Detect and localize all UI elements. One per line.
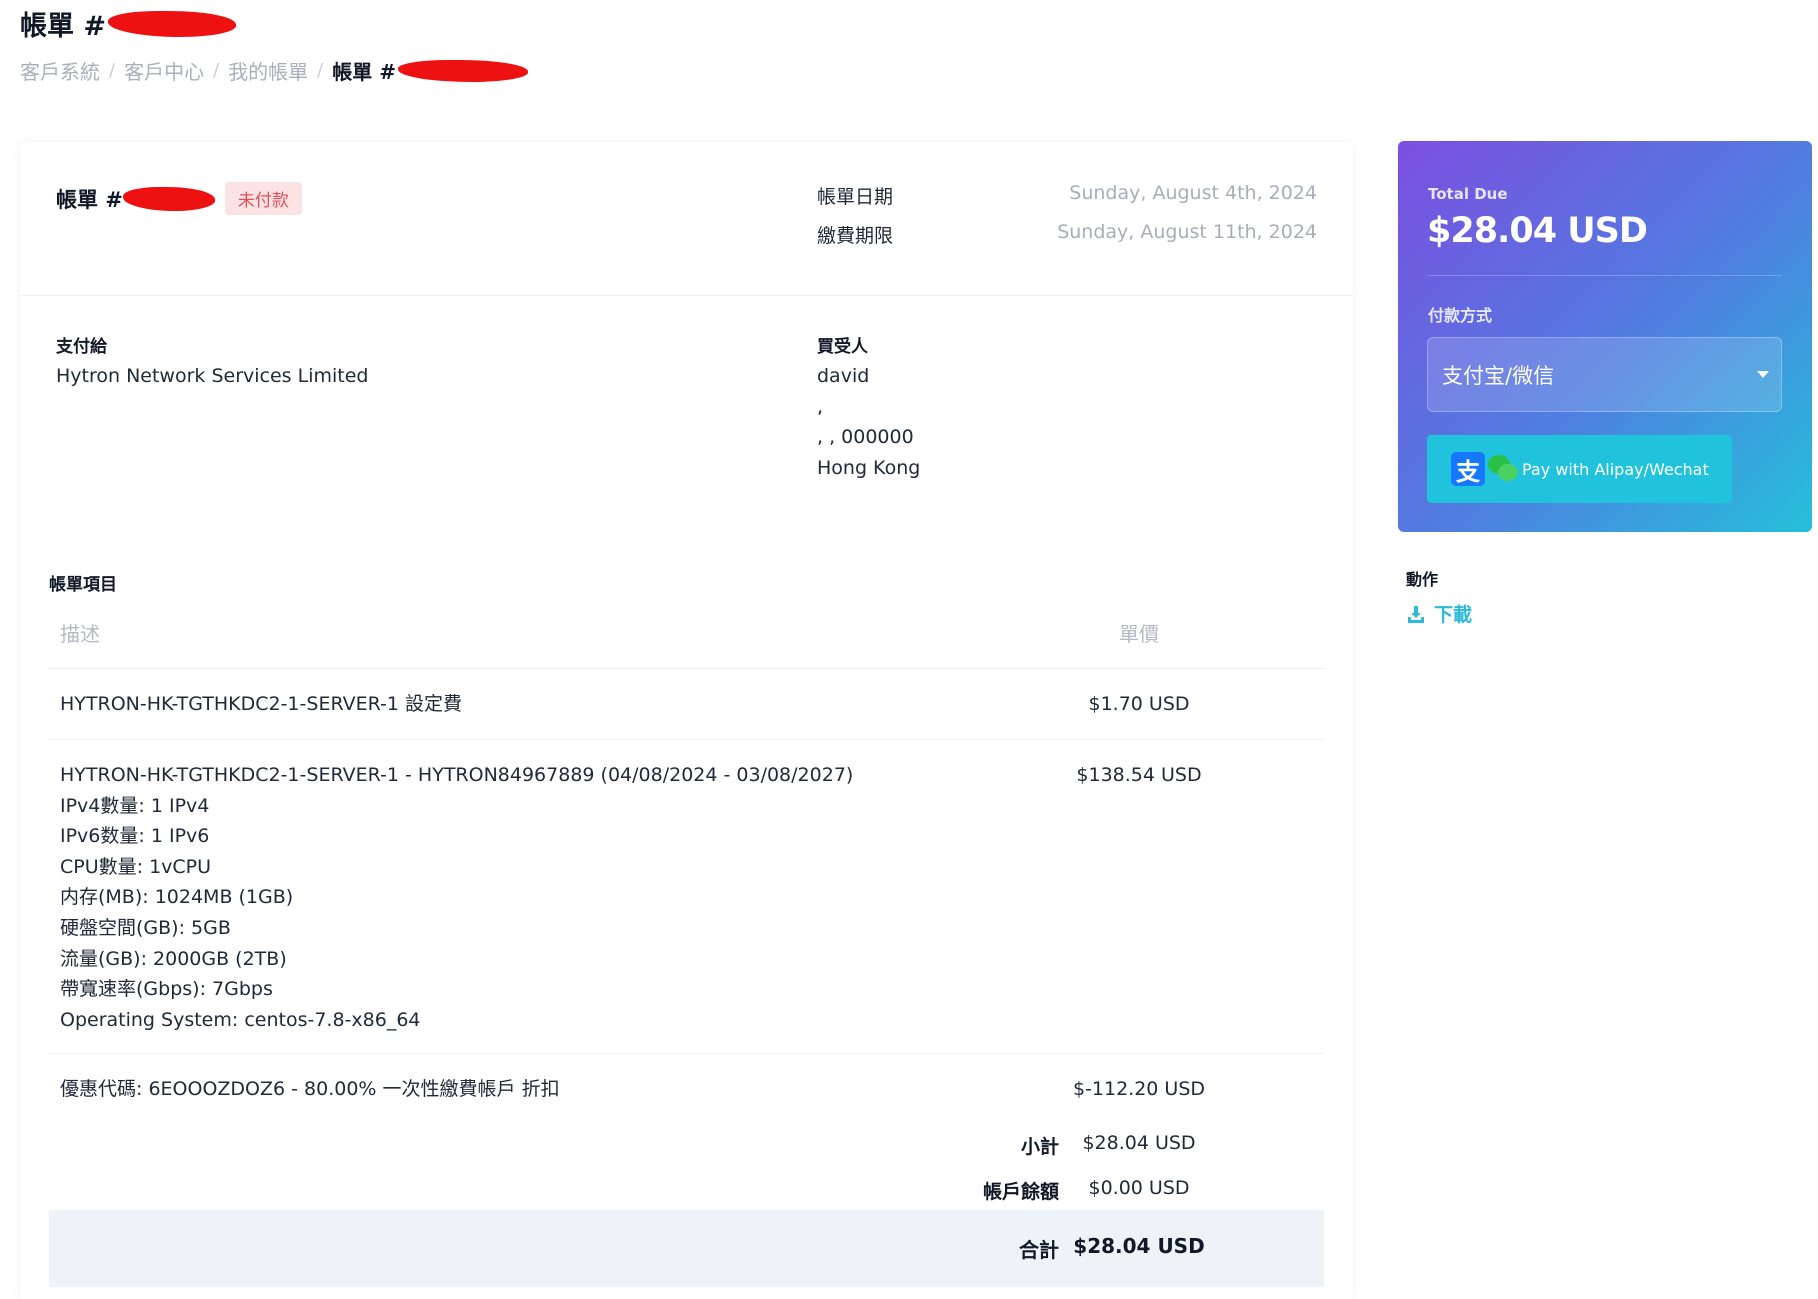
page-title-text: 帳單 # — [20, 11, 107, 42]
download-link[interactable]: 下載 — [1406, 600, 1472, 627]
total-due-amount: $28.04 USD — [1427, 211, 1648, 251]
table-header: 帳單項目 描述 單價 — [49, 522, 1324, 669]
breadcrumb-separator: / — [213, 60, 220, 81]
redaction-mark — [397, 59, 528, 82]
redaction-mark — [108, 10, 237, 37]
due-date-value: Sunday, August 11th, 2024 — [1057, 221, 1317, 243]
chevron-down-icon — [1757, 371, 1769, 378]
table-row: 優惠代碼: 6EOOOZDOZ6 - 80.00% 一次性繳費帳戶 折扣 $-1… — [49, 1054, 1324, 1120]
pay-to-label: 支付給 — [56, 337, 107, 357]
column-header-price: 單價 — [1119, 622, 1159, 646]
buyer-postcode: , , 000000 — [817, 426, 914, 448]
breadcrumb-separator: / — [317, 60, 324, 81]
table-row: HYTRON-HK-TGTHKDC2-1-SERVER-1 設定費 $1.70 … — [49, 669, 1324, 740]
breadcrumb-item-client-area[interactable]: 客戶中心 — [124, 56, 204, 85]
total-value: $28.04 USD — [1073, 1234, 1205, 1258]
wechat-icon — [1488, 455, 1518, 483]
column-header-description: 描述 — [60, 622, 100, 646]
actions-label: 動作 — [1406, 570, 1439, 589]
payment-method-select[interactable]: 支付宝/微信 — [1427, 337, 1782, 412]
divider — [1428, 275, 1782, 276]
download-label: 下載 — [1434, 604, 1473, 626]
buyer-label: 買受人 — [817, 337, 868, 357]
item-price: $138.54 USD — [1076, 764, 1202, 786]
breadcrumb: 客戶系統 / 客戶中心 / 我的帳單 / 帳單 # — [20, 56, 528, 85]
buyer-country: Hong Kong — [817, 457, 921, 479]
payment-method-selected: 支付宝/微信 — [1442, 363, 1555, 388]
invoice-items-table: 帳單項目 描述 單價 HYTRON-HK-TGTHKDC2-1-SERVER-1… — [49, 522, 1324, 1287]
due-date-label: 繳費期限 — [817, 225, 894, 247]
invoice-header: 帳單 # 未付款 — [56, 182, 302, 215]
breadcrumb-separator: / — [109, 60, 116, 81]
pay-to-name: Hytron Network Services Limited — [56, 365, 369, 387]
pay-button-label: Pay with Alipay/Wechat — [1522, 459, 1709, 479]
total-due-panel: Total Due $28.04 USD 付款方式 支付宝/微信 支 Pay w… — [1398, 141, 1812, 532]
subtotal-value: $28.04 USD — [1082, 1132, 1196, 1154]
invoice-date-label: 帳單日期 — [817, 186, 894, 208]
item-description: HYTRON-HK-TGTHKDC2-1-SERVER-1 - HYTRON84… — [60, 764, 854, 1031]
payment-method-label: 付款方式 — [1428, 306, 1493, 325]
status-badge: 未付款 — [224, 182, 302, 215]
balance-value: $0.00 USD — [1088, 1177, 1190, 1199]
item-description: 優惠代碼: 6EOOOZDOZ6 - 80.00% 一次性繳費帳戶 折扣 — [60, 1078, 560, 1100]
invoice-date-value: Sunday, August 4th, 2024 — [1069, 182, 1317, 204]
invoice-items-label: 帳單項目 — [49, 575, 117, 595]
breadcrumb-item-my-invoices[interactable]: 我的帳單 — [228, 56, 308, 85]
item-description: HYTRON-HK-TGTHKDC2-1-SERVER-1 設定費 — [60, 693, 463, 715]
balance-row: 帳戶餘額 $0.00 USD — [49, 1165, 1324, 1210]
table-row: HYTRON-HK-TGTHKDC2-1-SERVER-1 - HYTRON84… — [49, 740, 1324, 1054]
page-title: 帳單 # — [20, 4, 237, 43]
buyer-address-line: , — [817, 396, 824, 418]
download-icon — [1408, 605, 1424, 623]
total-due-label: Total Due — [1428, 185, 1508, 203]
breadcrumb-current-text: 帳單 # — [332, 60, 396, 84]
item-price: $1.70 USD — [1088, 693, 1190, 715]
total-row: 合計 $28.04 USD — [49, 1210, 1324, 1287]
pay-with-alipay-wechat-button[interactable]: 支 Pay with Alipay/Wechat — [1427, 435, 1732, 503]
subtotal-row: 小計 $28.04 USD — [49, 1120, 1324, 1165]
breadcrumb-item-current: 帳單 # — [332, 56, 528, 85]
invoice-number-label: 帳單 # — [56, 187, 123, 212]
redaction-mark — [122, 186, 215, 211]
buyer-name: david — [817, 365, 870, 387]
breadcrumb-item-client-system[interactable]: 客戶系統 — [20, 56, 100, 85]
item-price: $-112.20 USD — [1072, 1078, 1206, 1100]
alipay-icon: 支 — [1451, 452, 1485, 486]
divider — [20, 295, 1353, 296]
